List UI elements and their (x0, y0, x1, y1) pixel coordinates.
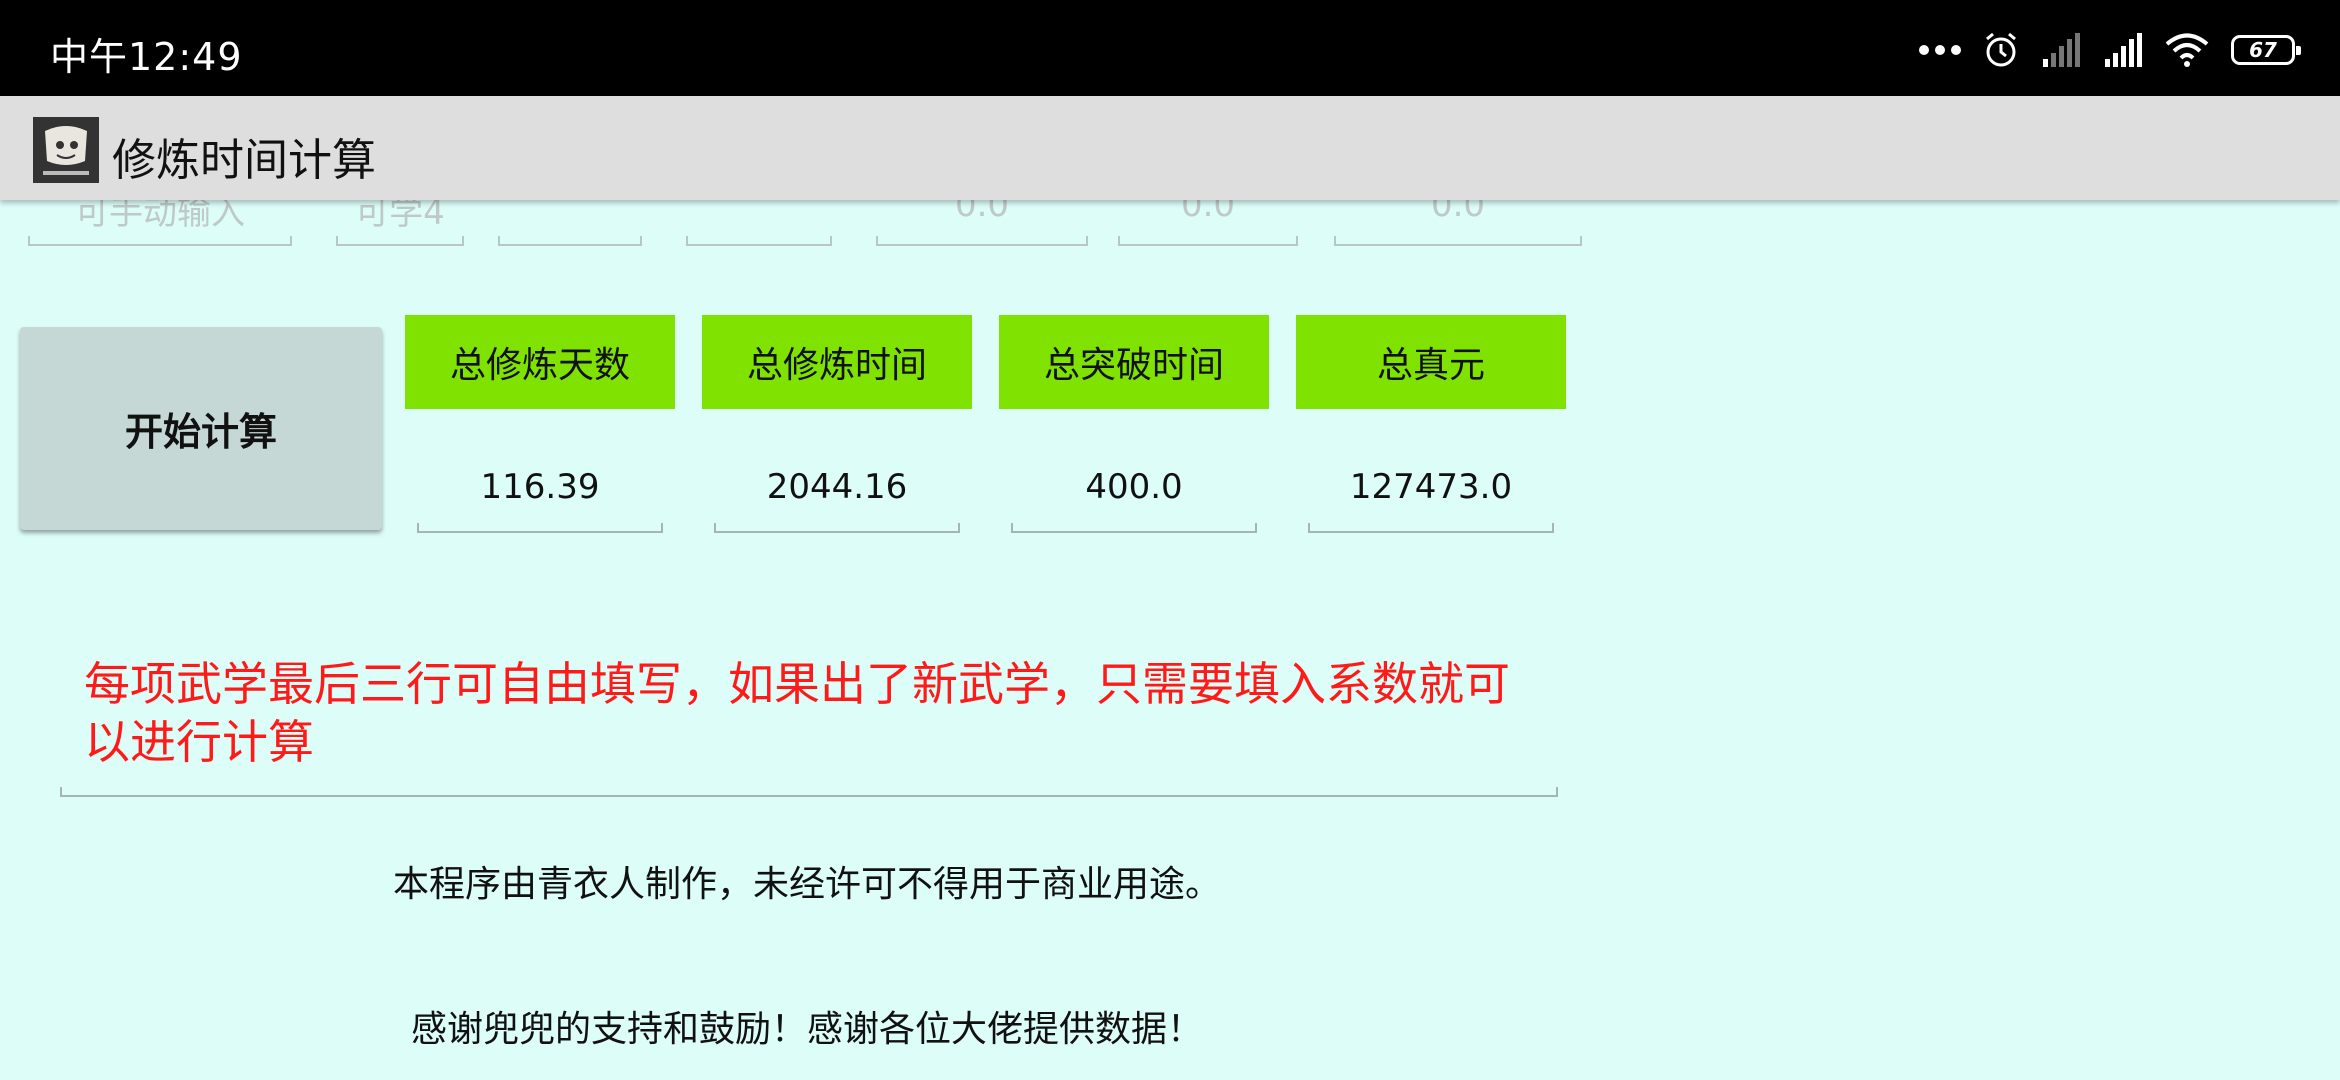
result-total-breakthrough-time[interactable]: 400.0 (1011, 455, 1257, 533)
usage-note: 每项武学最后三行可自由填写，如果出了新武学，只需要填入系数就可以进行计算 (84, 657, 1510, 769)
acknowledgement-text: 感谢兜兜的支持和鼓励！感谢各位大佬提供数据！ (410, 1009, 1203, 1050)
signal-sim1-icon (2043, 33, 2080, 67)
input-field[interactable] (498, 195, 642, 246)
field-underline (1308, 523, 1554, 533)
field-underline (1011, 523, 1257, 533)
header-total-cultivation-time: 总修炼时间 (702, 315, 972, 409)
result-value: 2044.16 (766, 467, 908, 507)
start-calculation-button[interactable]: 开始计算 (20, 327, 382, 530)
field-underline (714, 523, 960, 533)
header-total-cultivation-days: 总修炼天数 (405, 315, 675, 409)
result-total-cultivation-days[interactable]: 116.39 (417, 455, 663, 533)
result-total-true-essence[interactable]: 127473.0 (1308, 455, 1554, 533)
status-clock: 中午12:49 (50, 35, 243, 79)
note-underline (60, 787, 1558, 797)
wifi-icon (2165, 33, 2209, 67)
signal-sim2-icon (2105, 33, 2142, 67)
author-notice: 本程序由青衣人制作，未经许可不得用于商业用途。 (392, 864, 1221, 905)
field-underline (417, 523, 663, 533)
result-value: 116.39 (480, 467, 600, 507)
alarm-icon (1986, 32, 2016, 67)
header-total-true-essence: 总真元 (1296, 315, 1566, 409)
app-logo-icon (33, 117, 99, 183)
status-bar: 中午12:49 67 (0, 0, 2340, 96)
header-total-breakthrough-time: 总突破时间 (999, 315, 1269, 409)
more-notifications-icon (1919, 45, 1961, 55)
app-title: 修炼时间计算 (112, 135, 376, 186)
result-value: 400.0 (1085, 467, 1183, 507)
app-bar: 修炼时间计算 (0, 96, 2340, 200)
status-icons: 67 (1919, 28, 2301, 72)
battery-icon: 67 (2231, 35, 2301, 65)
result-total-cultivation-time[interactable]: 2044.16 (714, 455, 960, 533)
input-field[interactable] (686, 195, 832, 246)
result-value: 127473.0 (1349, 467, 1513, 507)
